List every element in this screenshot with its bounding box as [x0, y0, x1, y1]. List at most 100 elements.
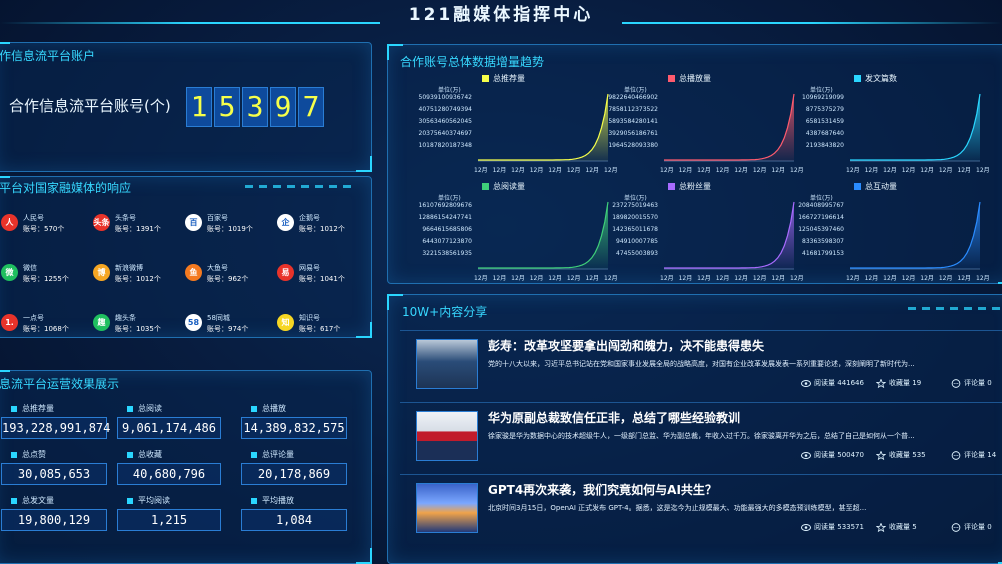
media-item-10[interactable]: 58 58同城 账号：974个 — [185, 311, 267, 337]
media-name: 百家号 — [207, 214, 228, 222]
series-area-3 — [478, 202, 608, 269]
x-tick-label: 12月 — [548, 167, 562, 174]
chart-title-4: 总粉丝量 — [668, 181, 711, 192]
meta-label: 评论量 — [964, 451, 985, 459]
renmin-icon: 人 — [1, 214, 18, 231]
x-tick-label: 12月 — [883, 275, 897, 282]
article-item[interactable]: 华为原副总裁致信任正非，总结了哪些经验教训徐家骏是华为数据中心的技术超级牛人，一… — [400, 402, 1002, 465]
stat-label: 总播放 — [251, 403, 286, 414]
stat-marker-icon — [251, 497, 257, 504]
meta-label: 收藏量 — [889, 523, 910, 531]
qutoutiao-icon: 趣 — [93, 314, 110, 331]
penguin-icon: 企 — [277, 214, 294, 231]
x-tick-label: 12月 — [846, 167, 860, 174]
article-description: 徐家骏是华为数据中心的技术超级牛人，一级部门总监、华为副总裁，年收入过千万。徐家… — [488, 432, 915, 440]
y-tick-label: 2193843820 — [805, 142, 844, 149]
media-name: 趣头条 — [115, 314, 136, 322]
y-tick-label: 41681799153 — [802, 250, 844, 257]
meta-label: 评论量 — [964, 379, 985, 387]
x-tick-label: 12月 — [715, 275, 730, 282]
chart-title-2: 发文篇数 — [854, 73, 897, 84]
article-title[interactable]: 彭寿：改革攻坚要拿出闯劲和魄力，决不能患得患失 — [488, 337, 764, 354]
y-tick-label: 189820015570 — [612, 214, 658, 221]
chart-unit: 单位(万) — [810, 87, 833, 94]
media-item-6[interactable]: 鱼大鱼号 账号：962个 — [185, 261, 267, 287]
y-tick-label: 3929056186761 — [608, 130, 658, 137]
weibo-icon: 博 — [93, 264, 110, 281]
meta-label: 阅读量 — [814, 523, 835, 531]
media-name: 微信 — [23, 264, 37, 272]
decor-strip — [908, 307, 1002, 310]
star-meta: 收藏量 5 — [875, 521, 917, 532]
media-count: 账号：1255个 — [23, 275, 69, 283]
media-item-0[interactable]: 人人民号 账号：570个 — [1, 211, 83, 237]
content-panel-title: 10W+内容分享 — [402, 305, 488, 319]
account-digit: 1 — [186, 87, 212, 127]
legend-swatch — [854, 75, 861, 82]
y-tick-label: 9664615685806 — [422, 226, 472, 233]
media-item-1[interactable]: 头条 头条号 账号：1391个 — [93, 211, 175, 237]
stat-value: 1,215 — [117, 509, 221, 531]
star-icon — [875, 377, 887, 388]
trend-panel: 合作账号总体数据增量趋势 总推荐量 单位(万) 50939100936742 4075… — [387, 44, 1002, 284]
accounts-panel-title: 作信息流平台账户 — [0, 49, 96, 63]
y-tick-label: 166727196614 — [798, 214, 844, 221]
article-title[interactable]: 华为原副总裁致信任正非，总结了哪些经验教训 — [488, 409, 740, 426]
media-item-4[interactable]: 微微信 账号：1255个 — [1, 261, 83, 287]
media-item-5[interactable]: 博新浪微博 账号：1012个 — [93, 261, 175, 287]
article-thumbnail[interactable] — [416, 411, 478, 461]
x-tick-label: 12月 — [864, 275, 879, 282]
media-item-8[interactable]: 1. 一点号 账号：1068个 — [1, 311, 83, 337]
media-name: 大鱼号 — [207, 264, 228, 272]
legend-swatch — [482, 183, 489, 190]
series-area-0 — [478, 94, 608, 161]
x-tick-label: 12月 — [976, 167, 990, 174]
media-item-11[interactable]: 知知识号 账号：617个 — [277, 311, 359, 337]
article-item[interactable]: GPT4再次来袭，我们究竟如何与AI共生？ 北京时间3月15日，OpenAI 正式… — [400, 474, 1002, 537]
media-count: 账号：974个 — [207, 325, 249, 333]
comment-icon — [951, 450, 961, 460]
dayu-icon: 鱼 — [185, 264, 202, 281]
media-name: 知识号 — [299, 314, 320, 322]
article-thumbnail[interactable] — [416, 483, 478, 533]
x-tick-label: 12月 — [752, 275, 767, 282]
media-count: 账号：1391个 — [115, 225, 161, 233]
series-line-4 — [664, 201, 795, 269]
chart-title-text: 总粉丝量 — [679, 182, 711, 191]
stat-label: 总收藏 — [127, 449, 162, 460]
article-thumbnail[interactable] — [416, 339, 478, 389]
x-tick-label: 12月 — [529, 275, 544, 282]
y-tick-label: 12886154247741 — [418, 214, 472, 221]
chart-unit: 单位(万) — [438, 87, 461, 94]
media-count: 账号：1012个 — [299, 225, 345, 233]
stat-label-text: 总推荐量 — [22, 404, 54, 413]
stat-label-text: 平均阅读 — [138, 496, 170, 505]
x-tick-label: 12月 — [883, 167, 897, 174]
y-tick-label: 208408995767 — [798, 202, 844, 209]
media-item-7[interactable]: 易网易号 账号：1041个 — [277, 261, 359, 287]
x-tick-label: 12月 — [566, 275, 581, 282]
y-tick-label: 7858112373522 — [608, 106, 658, 113]
x-tick-label: 12月 — [511, 167, 525, 174]
article-description: 党的十八大以来，习近平总书记站在党和国家事业发展全局的战略高度，对国有企业改革发… — [488, 360, 915, 368]
x-tick-label: 12月 — [697, 275, 711, 282]
legend-swatch — [482, 75, 489, 82]
y-tick-label: 237275019463 — [612, 202, 658, 209]
chart-unit: 单位(万) — [438, 195, 461, 202]
article-item[interactable]: 彭寿：改革攻坚要拿出闯劲和魄力，决不能患得患失党的十八大以来，习近平总书记站在党… — [400, 330, 1002, 393]
meta-label: 收藏量 — [889, 379, 910, 387]
media-item-3[interactable]: 企企鹅号 账号：1012个 — [277, 211, 359, 237]
article-title[interactable]: GPT4再次来袭，我们究竟如何与AI共生？ — [488, 481, 717, 498]
star-meta: 收藏量 535 — [875, 449, 926, 460]
chart-title-1: 总播放量 — [668, 73, 711, 84]
x-tick-label: 12月 — [548, 275, 562, 282]
x-tick-label: 12月 — [938, 275, 953, 282]
media-name: 一点号 — [23, 314, 44, 322]
media-item-2[interactable]: 百百家号 账号：1019个 — [185, 211, 267, 237]
media-item-9[interactable]: 趣趣头条 账号：1035个 — [93, 311, 175, 337]
x-tick-label: 12月 — [566, 167, 581, 174]
star-icon — [875, 449, 887, 460]
eye-icon — [801, 379, 811, 388]
stat-value: 20,178,869 — [241, 463, 347, 485]
x-tick-label: 12月 — [790, 275, 804, 282]
